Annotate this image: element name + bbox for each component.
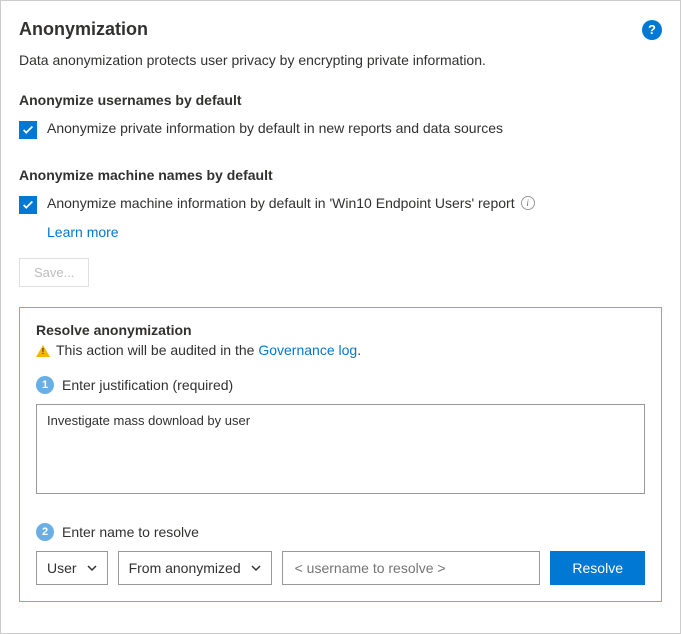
chevron-down-icon (87, 563, 97, 573)
type-dropdown-value: User (47, 560, 77, 576)
from-dropdown[interactable]: From anonymized (118, 551, 272, 585)
save-button[interactable]: Save... (19, 258, 89, 287)
step2-label: Enter name to resolve (62, 524, 199, 540)
page-title: Anonymization (19, 19, 148, 40)
checkbox-anonymize-machines[interactable] (19, 196, 37, 214)
chevron-down-icon (251, 563, 261, 573)
username-input[interactable] (282, 551, 541, 585)
justification-input[interactable] (36, 404, 645, 494)
step1-label: Enter justification (required) (62, 377, 233, 393)
resolve-title: Resolve anonymization (36, 322, 645, 338)
section-heading-usernames: Anonymize usernames by default (19, 92, 662, 108)
learn-more-link[interactable]: Learn more (47, 224, 119, 240)
step-number-1: 1 (36, 376, 54, 394)
type-dropdown[interactable]: User (36, 551, 108, 585)
section-heading-machines: Anonymize machine names by default (19, 167, 662, 183)
governance-log-link[interactable]: Governance log (258, 342, 357, 358)
step-number-2: 2 (36, 523, 54, 541)
help-icon[interactable]: ? (642, 20, 662, 40)
checkbox-label-machines: Anonymize machine information by default… (47, 195, 515, 211)
resolve-button[interactable]: Resolve (550, 551, 645, 585)
from-dropdown-value: From anonymized (129, 560, 241, 576)
checkbox-anonymize-usernames[interactable] (19, 121, 37, 139)
page-description: Data anonymization protects user privacy… (19, 52, 662, 68)
audit-text-suffix: . (357, 342, 361, 358)
warning-icon (36, 345, 50, 357)
resolve-panel: Resolve anonymization This action will b… (19, 307, 662, 602)
checkbox-label-usernames: Anonymize private information by default… (47, 120, 503, 136)
audit-text-prefix: This action will be audited in the (56, 342, 258, 358)
info-icon[interactable]: i (521, 196, 535, 210)
